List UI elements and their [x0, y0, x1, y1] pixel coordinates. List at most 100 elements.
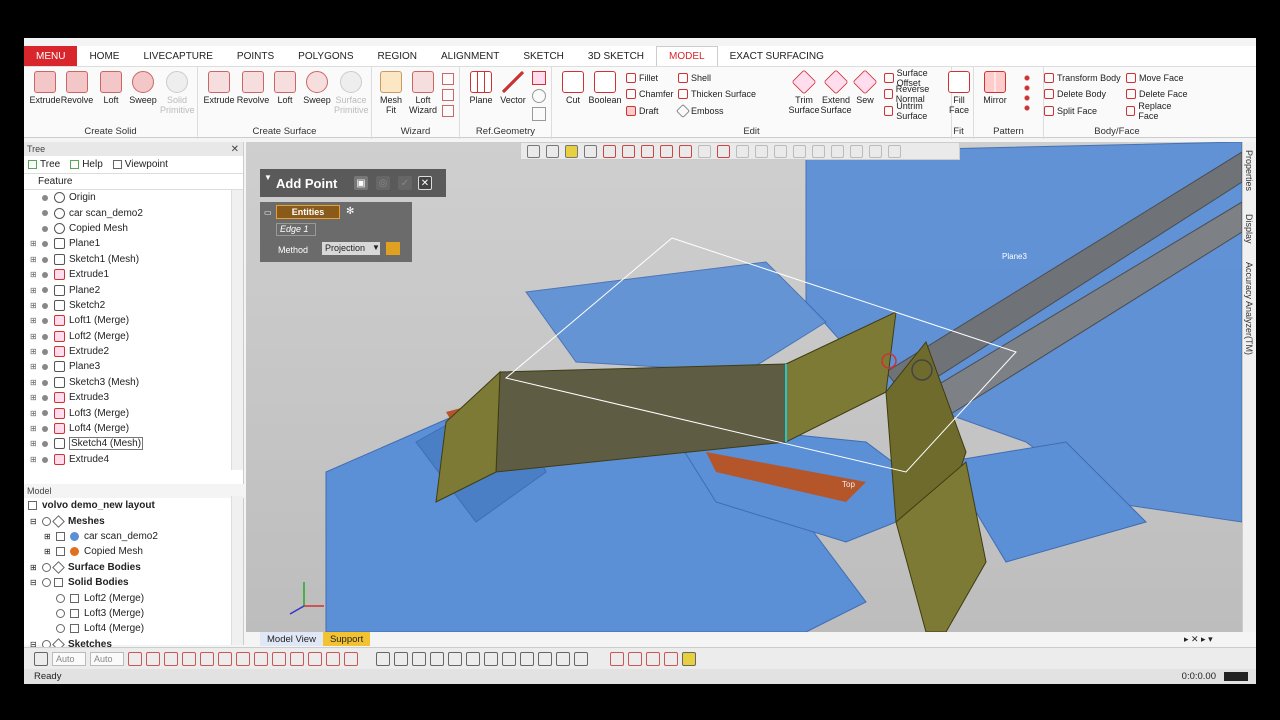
visibility-icon[interactable]: [42, 379, 48, 386]
entity-list-item[interactable]: Edge 1: [276, 223, 316, 236]
entities-field-label[interactable]: Entities: [276, 205, 340, 219]
visibility-icon[interactable]: [42, 195, 48, 201]
tree-item[interactable]: ⊞ Extrude4: [24, 452, 243, 467]
tree-item[interactable]: ⊞ Plane3: [24, 359, 243, 374]
snap-icon[interactable]: [34, 651, 48, 666]
point-icon[interactable]: [532, 71, 546, 85]
tree-item[interactable]: car scan_demo2: [24, 205, 243, 220]
solid-item[interactable]: Loft2 (Merge): [24, 590, 243, 605]
solid-sweep-button[interactable]: Sweep: [126, 71, 160, 105]
expand-icon[interactable]: ⊞: [30, 409, 37, 418]
vector-button[interactable]: Vector: [496, 71, 530, 105]
visibility-icon[interactable]: [42, 410, 48, 417]
trim-surface-button[interactable]: Trim Surface: [786, 69, 822, 115]
mesh-item[interactable]: ⊞ Copied Mesh: [24, 544, 243, 559]
coordinate-icon[interactable]: [532, 89, 546, 103]
visibility-icon[interactable]: [42, 256, 48, 263]
transparency-icon[interactable]: [484, 651, 498, 666]
view-front-icon[interactable]: [527, 144, 540, 158]
shell-button[interactable]: Shell: [678, 71, 711, 85]
filter-plane-icon[interactable]: [254, 651, 268, 666]
expand-icon[interactable]: ⊞: [30, 455, 37, 464]
tab-livecapture[interactable]: LIVECAPTURE: [131, 46, 224, 66]
solid-item[interactable]: Loft3 (Merge): [24, 606, 243, 621]
emboss-button[interactable]: Emboss: [675, 103, 724, 119]
tab-alignment[interactable]: ALIGNMENT: [429, 46, 511, 66]
filter-vector-icon[interactable]: [272, 651, 286, 666]
tree-item[interactable]: ⊞ Extrude1: [24, 267, 243, 282]
preview-icon[interactable]: ◎: [376, 176, 390, 190]
section-icon[interactable]: [430, 651, 444, 666]
expand-icon[interactable]: ⊞: [30, 286, 37, 295]
filter-curve-icon[interactable]: [308, 651, 322, 666]
filter-body-icon[interactable]: [164, 651, 178, 666]
expand-icon[interactable]: ⊞: [30, 362, 37, 371]
ok-icon[interactable]: ✓: [398, 176, 412, 190]
filter-face-icon[interactable]: [182, 651, 196, 666]
expand-icon[interactable]: ⊞: [30, 393, 37, 402]
tree-item[interactable]: ⊞ Sketch3 (Mesh): [24, 375, 243, 390]
reverse-normal-button[interactable]: Reverse Normal: [884, 84, 951, 104]
tree-item[interactable]: ⊞ Loft3 (Merge): [24, 405, 243, 420]
properties-tab[interactable]: Properties: [1244, 150, 1254, 191]
thicken-surface-button[interactable]: Thicken Surface: [678, 87, 756, 101]
model-root[interactable]: volvo demo_new layout: [24, 498, 243, 513]
copy-icon[interactable]: [574, 651, 588, 666]
tree-item[interactable]: Copied Mesh: [24, 221, 243, 236]
expand-icon[interactable]: ⊞: [30, 347, 37, 356]
show-icon[interactable]: [520, 651, 534, 666]
filter-sketch-icon[interactable]: [236, 651, 250, 666]
toggle-icon[interactable]: [538, 651, 552, 666]
measure-icon[interactable]: [376, 651, 390, 666]
collapse-icon[interactable]: ▼: [264, 173, 272, 182]
tab-help[interactable]: Help: [70, 159, 103, 170]
eye-icon[interactable]: [42, 562, 51, 572]
tree-item[interactable]: ⊞ Sketch1 (Mesh): [24, 252, 243, 267]
dimension-icon[interactable]: [628, 651, 642, 666]
tree-item[interactable]: ⊞ Plane2: [24, 282, 243, 297]
untrim-surface-button[interactable]: Untrim Surface: [884, 101, 951, 121]
filter-all-icon[interactable]: [344, 651, 358, 666]
chamfer-button[interactable]: Chamfer: [626, 87, 674, 101]
tab-nav-icon[interactable]: ▸ ✕ ▸ ▾: [1184, 634, 1213, 645]
filter-mesh-icon[interactable]: [128, 651, 142, 666]
select-all-icon[interactable]: [831, 144, 844, 158]
surface-bodies-row[interactable]: ⊞ Surface Bodies: [24, 560, 243, 575]
pattern-icon[interactable]: [1022, 73, 1032, 113]
tab-viewpoint[interactable]: Viewpoint: [112, 159, 168, 170]
boolean-button[interactable]: Boolean: [588, 71, 622, 105]
loft-wizard-button[interactable]: Loft Wizard: [406, 71, 440, 115]
select-filter-icon[interactable]: [888, 144, 901, 158]
extend-surface-button[interactable]: Extend Surface: [818, 69, 854, 115]
visibility-checkbox[interactable]: [56, 531, 65, 541]
root-checkbox[interactable]: [28, 501, 37, 511]
select-rect-icon[interactable]: [717, 144, 730, 158]
surface-loft-button[interactable]: Loft: [268, 71, 302, 105]
tree-item[interactable]: ⊞ Loft4 (Merge): [24, 421, 243, 436]
expand-icon[interactable]: ⊞: [30, 239, 37, 248]
filter-vertex-icon[interactable]: [218, 651, 232, 666]
expand-icon[interactable]: ⊞: [30, 270, 37, 279]
visibility-icon[interactable]: [42, 425, 48, 432]
mesh-item[interactable]: ⊞ car scan_demo2: [24, 529, 243, 544]
ruler-icon[interactable]: [610, 651, 624, 666]
visibility-icon[interactable]: [42, 456, 48, 463]
view-front-icon[interactable]: [603, 144, 616, 158]
surface-offset-button[interactable]: Surface Offset: [884, 68, 951, 88]
chevron-down-icon[interactable]: ▼: [372, 243, 380, 252]
tab-support[interactable]: Support: [322, 632, 371, 646]
visibility-icon[interactable]: [42, 318, 48, 325]
axis-icon[interactable]: [532, 107, 546, 121]
tab-polygons[interactable]: POLYGONS: [286, 46, 365, 66]
surface-primitive-button[interactable]: Surface Primitive: [334, 71, 369, 115]
expand-icon[interactable]: ⊞: [30, 301, 37, 310]
meshes-row[interactable]: ⊟ Meshes: [24, 513, 243, 528]
tree-item[interactable]: ⊞ Extrude2: [24, 344, 243, 359]
filter-edge-icon[interactable]: [200, 651, 214, 666]
accuracy-analyzer-tab[interactable]: Accuracy Analyzer(TM): [1244, 262, 1254, 355]
deviation-icon[interactable]: [394, 651, 408, 666]
collapse-icon[interactable]: ▭: [264, 208, 272, 217]
tab-model[interactable]: MODEL: [656, 46, 718, 66]
view-right-icon[interactable]: [660, 144, 673, 158]
surface-revolve-button[interactable]: Revolve: [236, 71, 270, 105]
